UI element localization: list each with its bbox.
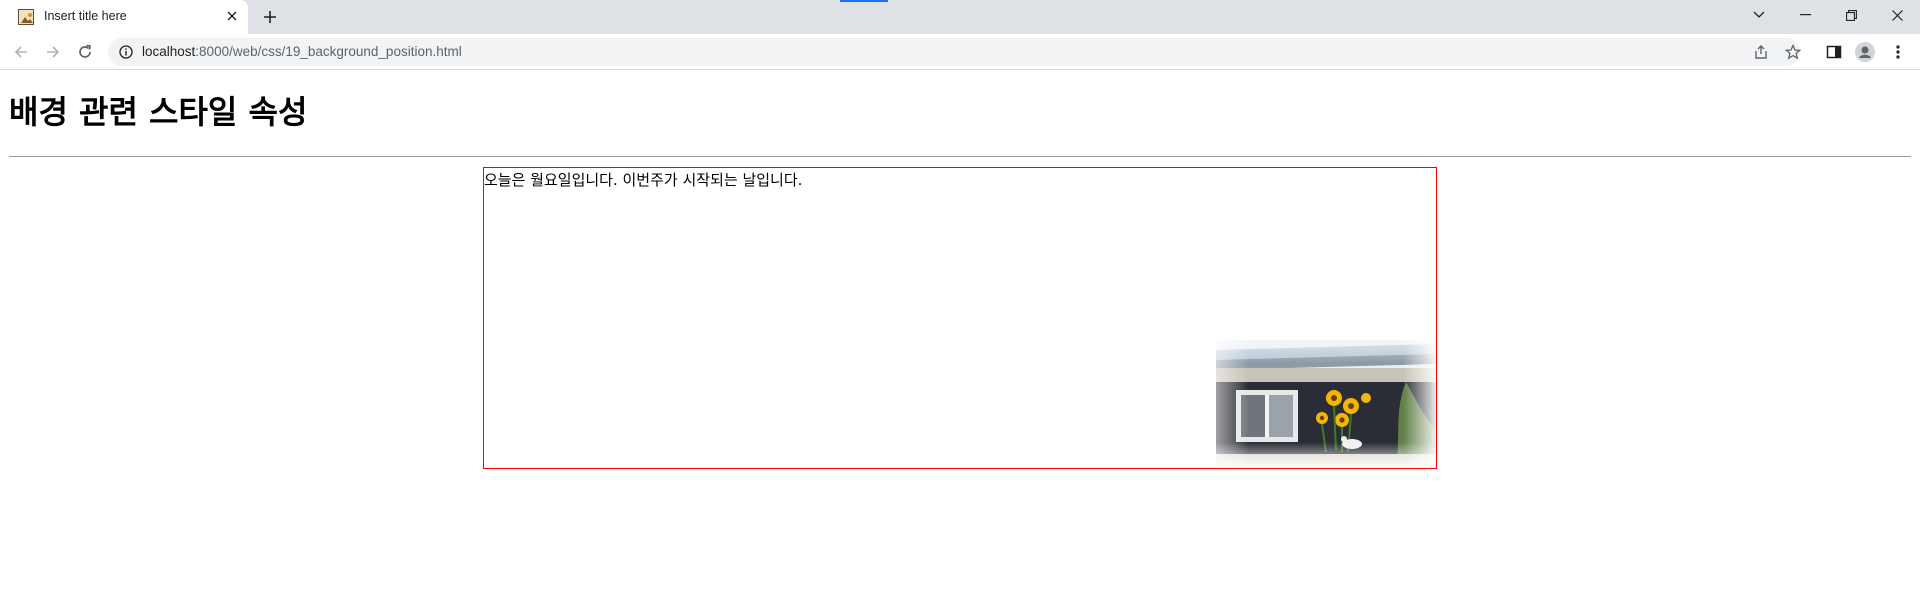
- forward-button[interactable]: [41, 40, 65, 64]
- image-favicon-icon: [18, 9, 34, 25]
- tab-strip: Insert title here: [0, 0, 1920, 34]
- house-background-image: [1216, 340, 1436, 468]
- reload-button[interactable]: [73, 40, 97, 64]
- browser-tab[interactable]: Insert title here: [0, 0, 248, 34]
- chevron-down-icon: [1753, 11, 1765, 18]
- restore-icon: [1845, 9, 1857, 21]
- arrow-left-icon: [14, 46, 27, 58]
- tab-strip-accent: [840, 0, 888, 2]
- minimize-icon: [1799, 14, 1811, 16]
- window-close-button[interactable]: [1874, 0, 1920, 30]
- page-title: 배경 관련 스타일 속성: [9, 93, 308, 131]
- star-icon[interactable]: [1781, 40, 1805, 64]
- background-position-box: 오늘은 월요일입니다. 이번주가 시작되는 날입니다.: [483, 167, 1437, 469]
- url-path: :8000/web/css/19_background_position.htm…: [195, 44, 462, 59]
- horizontal-rule: [9, 156, 1911, 157]
- profile-icon[interactable]: [1853, 40, 1877, 64]
- plus-icon: [264, 11, 276, 23]
- tab-close-icon[interactable]: [224, 8, 240, 24]
- info-icon[interactable]: [118, 44, 134, 60]
- url-host: localhost: [142, 44, 196, 59]
- new-tab-button[interactable]: [258, 5, 282, 29]
- url-text[interactable]: localhost:8000/web/css/19_background_pos…: [142, 44, 462, 59]
- restore-button[interactable]: [1828, 0, 1874, 30]
- minimize-button[interactable]: [1782, 0, 1828, 30]
- browser-toolbar: localhost:8000/web/css/19_background_pos…: [0, 34, 1920, 70]
- address-bar[interactable]: localhost:8000/web/css/19_background_pos…: [108, 38, 1800, 66]
- arrow-right-icon: [47, 46, 60, 58]
- share-icon[interactable]: [1749, 40, 1773, 64]
- back-button[interactable]: [9, 40, 33, 64]
- tab-title: Insert title here: [44, 9, 127, 23]
- reload-icon: [79, 44, 91, 58]
- close-icon: [1891, 9, 1903, 21]
- box-text: 오늘은 월요일입니다. 이번주가 시작되는 날입니다.: [484, 171, 803, 189]
- tab-search-button[interactable]: [1736, 0, 1782, 30]
- more-vert-icon[interactable]: [1886, 40, 1910, 64]
- side-panel-icon[interactable]: [1822, 40, 1846, 64]
